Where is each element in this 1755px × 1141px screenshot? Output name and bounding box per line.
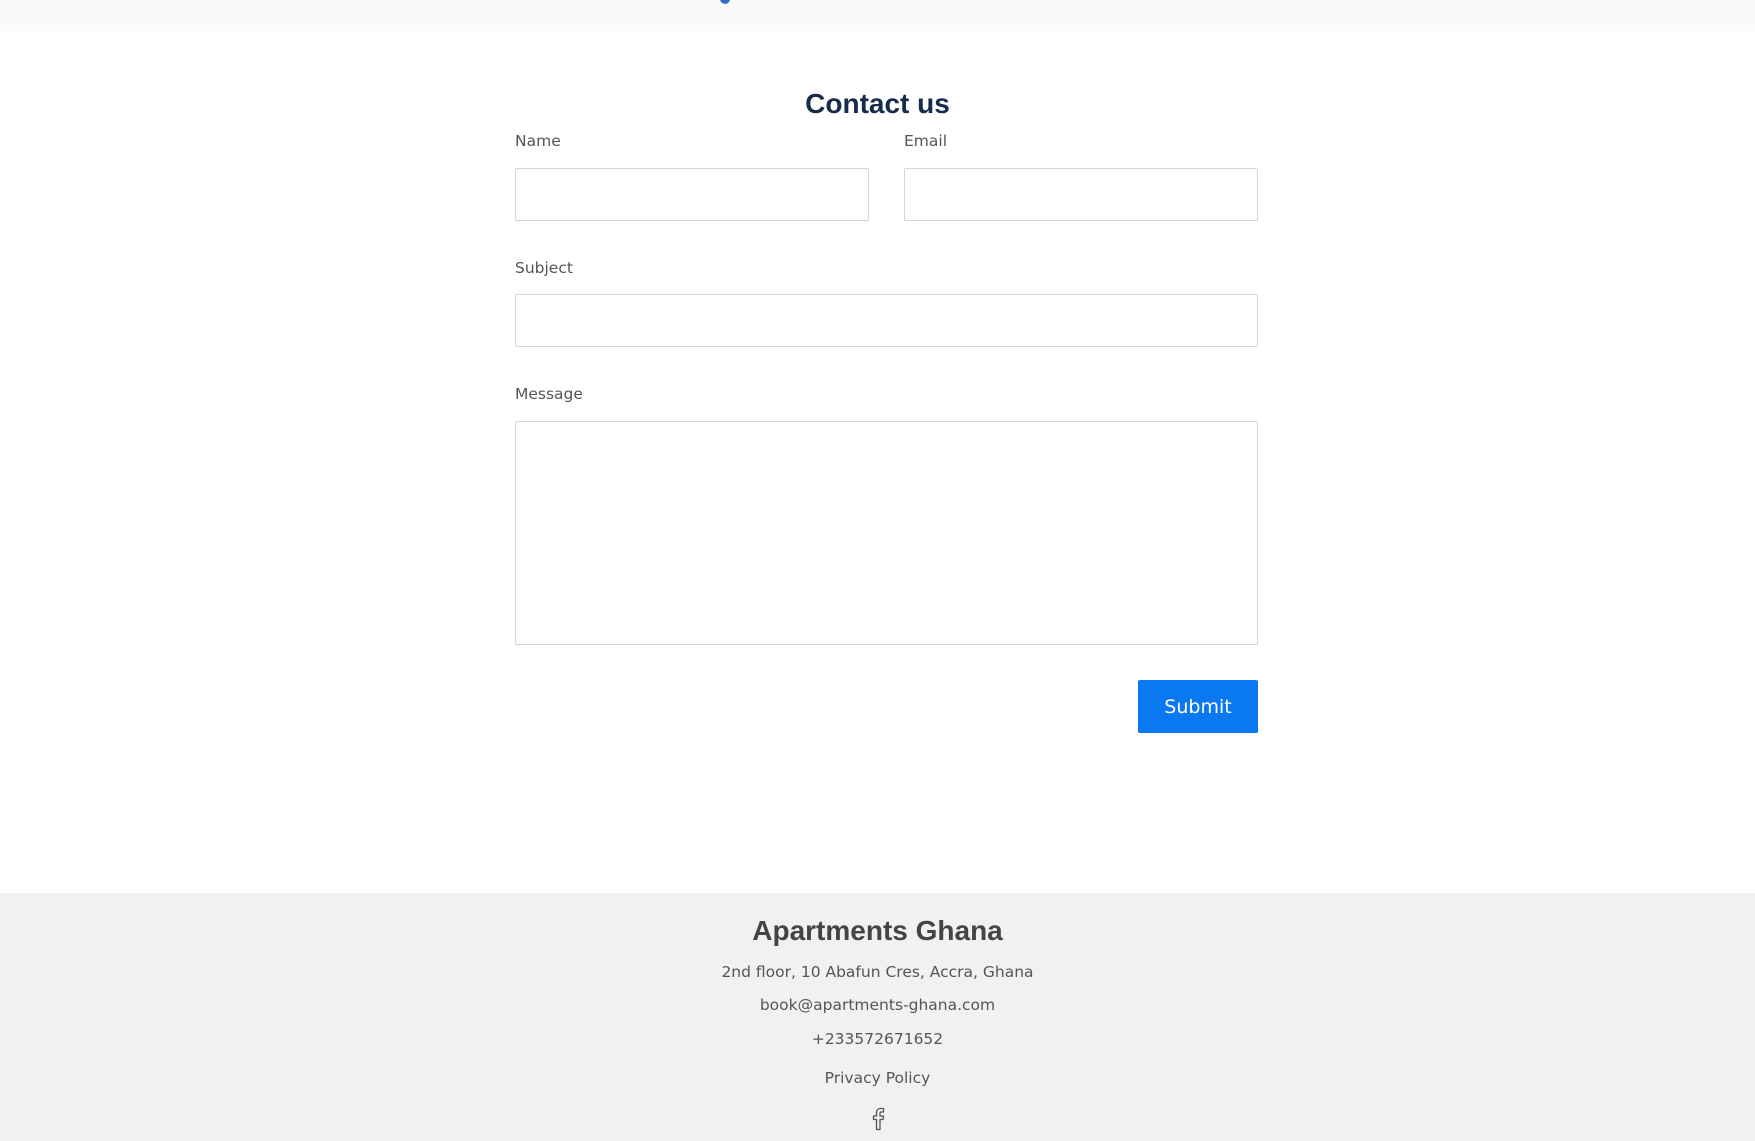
privacy-policy-link-wrapper: Privacy Policy bbox=[0, 1069, 1755, 1087]
facebook-icon[interactable] bbox=[870, 1107, 886, 1131]
message-label: Message bbox=[515, 385, 583, 403]
footer: Apartments Ghana 2nd floor, 10 Abafun Cr… bbox=[0, 893, 1755, 1141]
top-header-strip bbox=[0, 0, 1755, 31]
name-label: Name bbox=[515, 132, 561, 150]
email-input[interactable] bbox=[904, 168, 1258, 221]
page-title: Contact us bbox=[805, 88, 950, 119]
logo-fragment bbox=[720, 0, 730, 4]
email-label: Email bbox=[904, 132, 948, 150]
privacy-policy-link[interactable]: Privacy Policy bbox=[825, 1069, 931, 1087]
name-input[interactable] bbox=[515, 168, 869, 221]
footer-email[interactable]: book@apartments-ghana.com bbox=[0, 996, 1755, 1014]
subject-input[interactable] bbox=[515, 294, 1258, 347]
subject-label: Subject bbox=[515, 259, 573, 277]
message-textarea[interactable] bbox=[515, 421, 1258, 645]
facebook-icon-graphic bbox=[872, 1107, 885, 1131]
footer-address: 2nd floor, 10 Abafun Cres, Accra, Ghana bbox=[721, 963, 1034, 981]
footer-phone[interactable]: +233572671652 bbox=[0, 1030, 1755, 1048]
footer-brand: Apartments Ghana bbox=[752, 915, 1003, 946]
submit-button[interactable]: Submit bbox=[1138, 680, 1258, 733]
contact-section: Contact us Name Email Subject Message Su… bbox=[0, 31, 1755, 893]
